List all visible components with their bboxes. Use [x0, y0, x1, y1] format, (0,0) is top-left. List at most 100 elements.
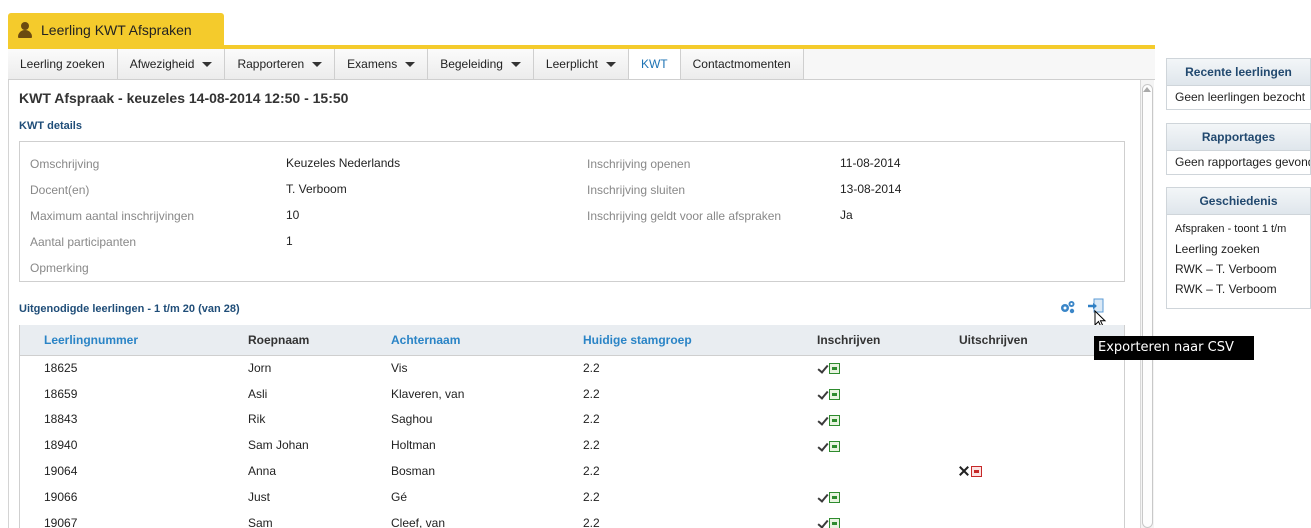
nav-tab-leerling-zoeken[interactable]: Leerling zoeken	[8, 49, 118, 79]
nav-tab-begeleiding[interactable]: Begeleiding	[428, 49, 534, 79]
table-row: 18659 Asli Klaveren, van 2.2	[20, 381, 1124, 407]
checkmark-icon	[817, 492, 828, 503]
nav-tab-label: Contactmomenten	[692, 57, 791, 71]
checkmark-icon	[817, 389, 828, 400]
enroll-icon[interactable]	[817, 414, 840, 426]
caret-down-icon	[312, 61, 323, 67]
red-box-icon	[971, 466, 982, 478]
inschrijving-openen-value: 11-08-2014	[840, 156, 901, 170]
history-item[interactable]: RWK – T. Verboom	[1167, 259, 1310, 279]
uitschrijven-cell	[959, 510, 1124, 528]
enroll-icon[interactable]	[817, 518, 840, 528]
inschrijving-openen-label: Inschrijving openen	[587, 157, 691, 171]
inschrijven-cell	[817, 407, 959, 433]
student-number-cell: 19064	[44, 464, 78, 479]
app-tab[interactable]: Leerling KWT Afspraken	[8, 13, 224, 46]
recent-students-text: Geen leerlingen bezocht	[1175, 90, 1306, 104]
green-box-icon	[829, 440, 840, 452]
table-row: 19066 Just Gé 2.2	[20, 484, 1124, 510]
caret-down-icon	[202, 61, 213, 67]
rapportages-text: Geen rapportages gevonden	[1175, 155, 1310, 169]
checkmark-icon	[817, 415, 828, 426]
nav-tab-label: Leerling zoeken	[20, 57, 105, 71]
table-row: 18625 Jorn Vis 2.2	[20, 355, 1124, 381]
col-leerlingnummer[interactable]: Leerlingnummer	[20, 325, 248, 356]
inschrijving-sluiten-value: 13-08-2014	[840, 182, 902, 196]
nav-tab-examens[interactable]: Examens	[335, 49, 429, 79]
col-roepnaam: Roepnaam	[248, 325, 391, 356]
green-box-icon	[829, 518, 840, 528]
main-panel: KWT Afspraak - keuzeles 14-08-2014 12:50…	[8, 80, 1155, 528]
nav-tab-afwezigheid[interactable]: Afwezigheid	[117, 49, 226, 79]
uitschrijven-cell	[959, 458, 1124, 484]
col-achternaam[interactable]: Achternaam	[391, 325, 583, 356]
nav-tab-label: KWT	[640, 57, 668, 71]
omschrijving-label: Omschrijving	[30, 157, 100, 171]
app-tab-title: Leerling KWT Afspraken	[41, 21, 192, 38]
table-header-row: Leerlingnummer Roepnaam Achternaam Huidi…	[20, 325, 1124, 356]
checkmark-icon	[817, 518, 828, 528]
student-number-cell: 19066	[44, 489, 78, 504]
table-row: 18843 Rik Saghou 2.2	[20, 407, 1124, 433]
uitschrijven-cell	[959, 381, 1124, 407]
history-item[interactable]: Afspraken - toont 1 t/m	[1167, 219, 1310, 239]
last-name-cell: Holtman	[391, 438, 436, 453]
docenten-value: T. Verboom	[286, 182, 347, 196]
geschiedenis-panel: Geschiedenis Afspraken - toont 1 t/m Lee…	[1166, 187, 1311, 309]
export-tooltip: Exporteren naar CSV	[1094, 336, 1254, 360]
omschrijving-value: Keuzeles Nederlands	[286, 156, 401, 170]
scroll-up-arrow-icon[interactable]	[1143, 87, 1151, 92]
settings-gears-icon[interactable]	[1060, 300, 1076, 314]
student-number-cell: 18625	[44, 361, 78, 376]
main-nav: Leerling zoeken Afwezigheid Rapporteren Exa…	[8, 49, 1155, 80]
uitschrijven-cell	[959, 432, 1124, 458]
last-name-cell: Vis	[391, 361, 408, 376]
nav-tab-kwt[interactable]: KWT	[628, 49, 681, 79]
inschrijven-cell	[817, 484, 959, 510]
caret-down-icon	[605, 61, 616, 67]
stamgroep-cell: 2.2	[583, 361, 600, 376]
enroll-icon[interactable]	[817, 440, 840, 452]
history-item[interactable]: RWK – T. Verboom	[1167, 279, 1310, 299]
first-name-cell: Rik	[248, 412, 266, 427]
inschrijven-cell	[817, 510, 959, 528]
scrollbar[interactable]	[1140, 80, 1154, 528]
col-stamgroep[interactable]: Huidige stamgroep	[583, 325, 817, 356]
inschrijven-cell	[817, 381, 959, 407]
stamgroep-cell: 2.2	[583, 386, 600, 401]
first-name-cell: Sam	[248, 515, 273, 528]
nav-tab-contactmomenten[interactable]: Contactmomenten	[680, 49, 804, 79]
stamgroep-cell: 2.2	[583, 515, 600, 528]
page-title: KWT Afspraak - keuzeles 14-08-2014 12:50…	[19, 90, 349, 106]
uitschrijven-cell	[959, 407, 1124, 433]
max-inschrijvingen-label: Maximum aantal inschrijvingen	[30, 209, 195, 223]
stamgroep-cell: 2.2	[583, 412, 600, 427]
stamgroep-cell: 2.2	[583, 438, 600, 453]
unenroll-icon[interactable]	[959, 466, 982, 478]
green-box-icon	[829, 492, 840, 504]
first-name-cell: Anna	[248, 464, 277, 479]
student-number-cell: 18843	[44, 412, 78, 427]
user-icon	[18, 21, 32, 38]
checkmark-icon	[817, 441, 828, 452]
nav-tab-label: Afwezigheid	[129, 57, 195, 71]
last-name-cell: Saghou	[391, 412, 433, 427]
enroll-icon[interactable]	[817, 492, 840, 504]
enroll-icon[interactable]	[817, 363, 840, 375]
green-box-icon	[829, 363, 840, 375]
caret-down-icon	[510, 61, 521, 67]
rapportages-title: Rapportages	[1167, 124, 1310, 151]
enroll-icon[interactable]	[817, 389, 840, 401]
history-item[interactable]: Leerling zoeken	[1167, 239, 1310, 259]
scroll-thumb[interactable]	[1142, 84, 1153, 528]
first-name-cell: Just	[248, 489, 271, 504]
list-heading: Uitgenodigde leerlingen - 1 t/m 20 (van …	[19, 303, 240, 315]
uitschrijven-cell	[959, 484, 1124, 510]
nav-tab-rapporteren[interactable]: Rapporteren	[225, 49, 336, 79]
stamgroep-cell: 2.2	[583, 464, 600, 479]
nav-tab-leerplicht[interactable]: Leerplicht	[533, 49, 629, 79]
checkmark-icon	[817, 363, 828, 374]
student-number-cell: 19067	[44, 515, 78, 528]
geschiedenis-title: Geschiedenis	[1167, 188, 1310, 215]
recent-students-title: Recente leerlingen	[1167, 59, 1310, 86]
